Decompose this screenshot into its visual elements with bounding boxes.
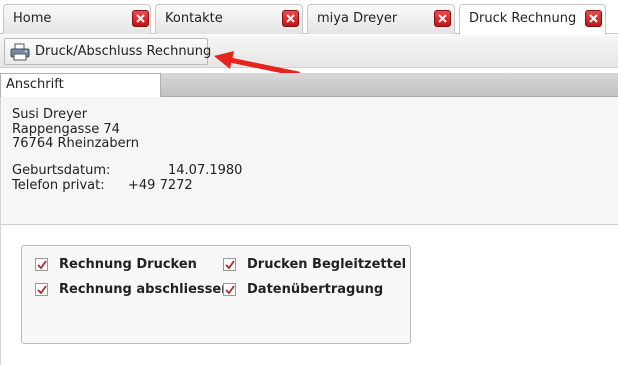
phone-value: +49 7272 xyxy=(128,178,193,193)
tab-label: miya Dreyer xyxy=(317,11,398,26)
birthdate-label: Geburtsdatum: xyxy=(12,163,111,178)
close-icon[interactable] xyxy=(282,10,299,27)
tab-kontakte[interactable]: Kontakte xyxy=(155,4,303,34)
close-icon[interactable] xyxy=(434,10,451,27)
tab-anschrift[interactable]: Anschrift xyxy=(0,73,161,97)
print-options-box: Rechnung Drucken Drucken Begleitzettel R… xyxy=(21,245,411,344)
contact-street: Rappengasse 74 xyxy=(12,122,120,137)
close-icon[interactable] xyxy=(585,10,602,27)
option-label: Rechnung Drucken xyxy=(59,257,197,272)
tab-home[interactable]: Home xyxy=(3,4,151,34)
checkbox[interactable] xyxy=(223,283,236,296)
printer-icon xyxy=(10,43,30,65)
section-tab-strip: Anschrift xyxy=(0,73,618,97)
tab-label: Druck Rechnung xyxy=(469,11,577,26)
tab-bar: Home Kontakte miya Dreyer Druck Rechnung xyxy=(0,0,618,35)
option-label: Datenübertragung xyxy=(247,282,384,297)
print-button-label: Druck/Abschluss Rechnung xyxy=(35,44,212,59)
toolbar: Druck/Abschluss Rechnung xyxy=(0,35,618,68)
address-panel: Susi Dreyer Rappengasse 74 76764 Rheinza… xyxy=(0,97,618,225)
print-close-invoice-button[interactable]: Druck/Abschluss Rechnung xyxy=(4,38,212,65)
birthdate-value: 14.07.1980 xyxy=(168,163,243,178)
contact-name: Susi Dreyer xyxy=(12,107,88,122)
phone-label: Telefon privat: xyxy=(12,178,105,193)
tab-label: Kontakte xyxy=(165,11,223,26)
tab-druck-rechnung[interactable]: Druck Rechnung xyxy=(459,4,606,35)
option-label: Drucken Begleitzettel xyxy=(247,257,407,272)
tab-miya-dreyer[interactable]: miya Dreyer xyxy=(307,4,455,34)
tab-label: Home xyxy=(13,11,52,26)
checkbox[interactable] xyxy=(35,283,48,296)
section-tab-label: Anschrift xyxy=(6,77,64,92)
checkbox[interactable] xyxy=(223,258,236,271)
checkbox[interactable] xyxy=(35,258,48,271)
option-label: Rechnung abschliessen xyxy=(59,282,231,297)
left-border xyxy=(0,225,1,365)
close-icon[interactable] xyxy=(132,10,149,27)
contact-city: 76764 Rheinzabern xyxy=(12,136,140,151)
